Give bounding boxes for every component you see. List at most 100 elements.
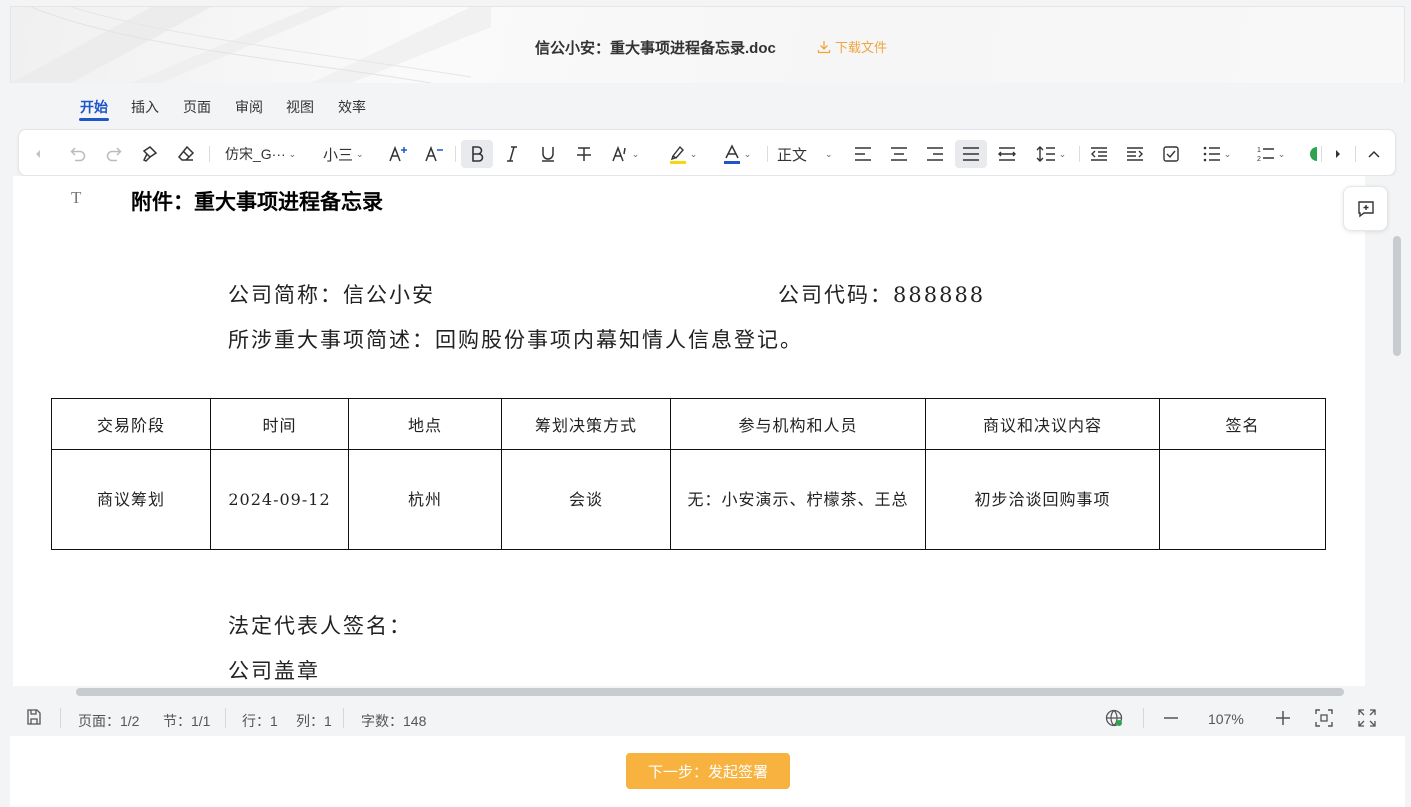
tab-efficiency[interactable]: 效率 — [338, 97, 366, 117]
matter-description: 所涉重大事项简述：回购股份事项内幕知情人信息登记。 — [228, 328, 803, 352]
checkbox-list-icon[interactable] — [1157, 140, 1185, 168]
underline-icon[interactable] — [535, 140, 561, 168]
numbered-list-icon[interactable]: 1 2 ⌄ — [1249, 140, 1293, 168]
undo-icon[interactable] — [65, 140, 91, 168]
table-cell: 杭州 — [348, 449, 502, 550]
status-divider — [225, 708, 226, 728]
vertical-scrollbar[interactable] — [1393, 236, 1401, 356]
tab-start[interactable]: 开始 — [79, 97, 109, 121]
svg-text:2: 2 — [1257, 156, 1261, 163]
justify-icon[interactable] — [955, 140, 987, 168]
table-cell: 会谈 — [501, 449, 671, 550]
table-row: 商议筹划 2024-09-12 杭州 会谈 无：小安演示、柠檬茶、王总 初步洽谈… — [51, 449, 1326, 550]
text-marker-icon: T — [71, 188, 82, 207]
toolbar-divider — [767, 146, 768, 162]
highlight-icon[interactable]: ⌄ — [661, 140, 705, 168]
font-size-select[interactable]: 小三 ⌄ — [317, 140, 379, 168]
table-cell: 无：小安演示、柠檬茶、王总 — [670, 449, 926, 550]
title-bar: 信公小安：重大事项进程备忘录.doc 下载文件 — [10, 6, 1405, 83]
strikethrough-icon[interactable] — [571, 140, 597, 168]
download-file-button[interactable]: 下载文件 — [817, 37, 887, 56]
comment-icon — [1357, 200, 1374, 217]
document-heading: 附件：重大事项进程备忘录 — [131, 189, 383, 214]
indent-decrease-icon[interactable] — [1085, 140, 1113, 168]
chevron-down-icon: ⌄ — [743, 148, 752, 159]
chevron-down-icon: ⌄ — [825, 148, 833, 159]
section-indicator: 节：1/1 — [163, 713, 211, 729]
format-painter-icon[interactable] — [137, 140, 163, 168]
font-grow-icon[interactable] — [385, 140, 411, 168]
table-header: 地点 — [348, 398, 502, 450]
horizontal-scrollbar[interactable] — [76, 688, 1344, 696]
align-left-icon[interactable] — [849, 140, 877, 168]
next-icon[interactable] — [1327, 140, 1349, 168]
status-bar: 页面：1/2 节：1/1 行：1 列：1 字数：148 107% — [10, 700, 1405, 736]
svg-text:1: 1 — [1257, 147, 1261, 154]
chevron-down-icon: ⌄ — [288, 148, 297, 159]
indent-increase-icon[interactable] — [1121, 140, 1149, 168]
eraser-icon[interactable] — [173, 140, 199, 168]
more-tools-icon[interactable] — [1303, 140, 1317, 168]
zoom-out-icon[interactable] — [1162, 709, 1180, 730]
font-family-value: 仿宋_G··· — [225, 146, 286, 162]
toolbar-divider — [455, 146, 456, 162]
font-shrink-icon[interactable] — [421, 140, 447, 168]
status-divider — [343, 708, 344, 728]
chevron-down-icon: ⌄ — [631, 148, 640, 159]
font-color-icon[interactable]: ⌄ — [715, 140, 759, 168]
toolbar-divider — [1355, 146, 1356, 162]
formatting-toolbar: 仿宋_G··· ⌄ 小三 ⌄ ⌄ ⌄ ⌄ 正文 ⌄ ⌄ ⌄ 1 2 ⌄ — [18, 129, 1396, 176]
redo-icon[interactable] — [101, 140, 127, 168]
initiate-signing-button[interactable]: 下一步：发起签署 — [626, 753, 790, 789]
chevron-down-icon: ⌄ — [1058, 148, 1067, 159]
document-area: T 附件：重大事项进程备忘录 公司简称：信公小安 公司代码：888888 所涉重… — [10, 176, 1405, 686]
zoom-in-icon[interactable] — [1274, 709, 1292, 730]
table-cell: 2024-09-12 — [210, 449, 349, 550]
table-header: 商议和决议内容 — [925, 398, 1160, 450]
tab-view[interactable]: 视图 — [286, 97, 314, 117]
font-family-select[interactable]: 仿宋_G··· ⌄ — [219, 140, 309, 168]
chevron-down-icon: ⌄ — [1223, 148, 1232, 159]
chevron-down-icon: ⌄ — [1277, 148, 1286, 159]
toolbar-divider — [1079, 146, 1080, 162]
download-label: 下载文件 — [835, 40, 888, 55]
status-divider — [60, 708, 61, 728]
toolbar-divider — [1321, 146, 1322, 162]
distribute-icon[interactable] — [993, 140, 1021, 168]
row-indicator: 行：1 — [242, 713, 278, 729]
text-effect-icon[interactable]: ⌄ — [605, 140, 645, 168]
tab-insert[interactable]: 插入 — [131, 97, 159, 117]
tab-review[interactable]: 审阅 — [235, 97, 263, 117]
prev-icon[interactable] — [27, 140, 49, 168]
tab-page[interactable]: 页面 — [183, 97, 211, 117]
memo-table: 交易阶段 时间 地点 筹划决策方式 参与机构和人员 商议和决议内容 签名 商议筹… — [51, 398, 1326, 550]
bullet-list-icon[interactable]: ⌄ — [1195, 140, 1239, 168]
language-icon[interactable] — [1105, 709, 1123, 730]
align-right-icon[interactable] — [921, 140, 949, 168]
company-seal: 公司盖章 — [228, 659, 320, 683]
collapse-icon[interactable] — [1361, 140, 1387, 168]
fit-page-icon[interactable] — [1315, 709, 1333, 730]
signature-cell — [1159, 449, 1326, 550]
italic-icon[interactable] — [499, 140, 525, 168]
align-center-icon[interactable] — [885, 140, 913, 168]
table-header: 签名 — [1159, 398, 1326, 450]
line-spacing-icon[interactable]: ⌄ — [1029, 140, 1073, 168]
word-count: 字数：148 — [361, 713, 427, 729]
font-size-value: 小三 — [323, 146, 354, 164]
save-icon[interactable] — [27, 709, 41, 728]
table-header-row: 交易阶段 时间 地点 筹划决策方式 参与机构和人员 商议和决议内容 签名 — [51, 398, 1326, 450]
bold-icon[interactable] — [461, 140, 493, 168]
footer-bar: 下一步：发起签署 — [10, 736, 1405, 807]
chevron-down-icon: ⌄ — [689, 148, 698, 159]
table-header: 交易阶段 — [51, 398, 211, 450]
menu-bar: 开始 插入 页面 审阅 视图 效率 — [10, 83, 1405, 127]
add-comment-button[interactable] — [1343, 186, 1388, 231]
header-decoration — [11, 7, 491, 83]
document-page[interactable]: T 附件：重大事项进程备忘录 公司简称：信公小安 公司代码：888888 所涉重… — [13, 176, 1365, 686]
page-indicator: 页面：1/2 — [78, 713, 140, 729]
chevron-down-icon: ⌄ — [356, 148, 364, 159]
paragraph-style-select[interactable]: 正文 ⌄ — [773, 140, 845, 168]
document-title: 信公小安：重大事项进程备忘录.doc — [535, 40, 776, 57]
fullscreen-icon[interactable] — [1358, 709, 1376, 730]
